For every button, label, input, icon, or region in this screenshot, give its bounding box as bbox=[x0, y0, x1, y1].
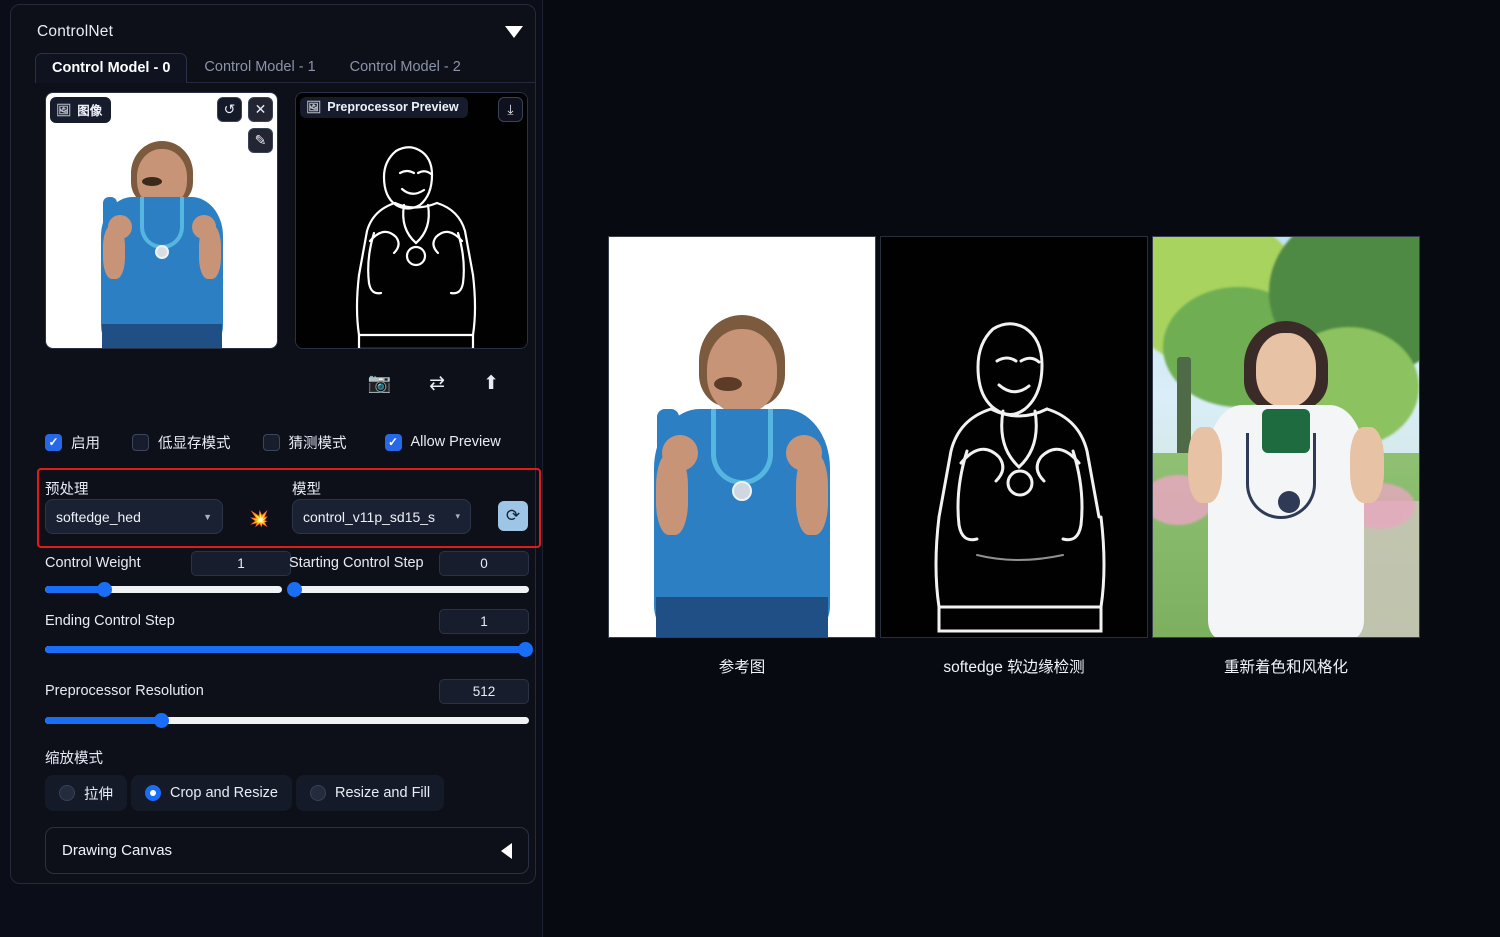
result-stylized-image[interactable] bbox=[1152, 236, 1420, 638]
checkbox-low-vram-label: 低显存模式 bbox=[158, 435, 231, 452]
panel-header: ControlNet bbox=[37, 17, 537, 47]
tab-control-model-1[interactable]: Control Model - 1 bbox=[187, 52, 332, 82]
input-image-panel[interactable]: 🖼 图像 ↺ ✕ ✎ bbox=[45, 92, 278, 349]
image-action-row: 📷 ⇄ ⬆ bbox=[45, 367, 535, 399]
model-label: 模型 bbox=[292, 482, 321, 498]
result-softedge: softedge 软边缘检测 bbox=[880, 236, 1148, 677]
page-title: ControlNet bbox=[37, 23, 114, 40]
image-panels-row: 🖼 图像 ↺ ✕ ✎ 🖼 Preprocessor Preview ⤓ bbox=[45, 92, 535, 352]
resize-mode-option-resize-and-fill[interactable]: Resize and Fill bbox=[296, 775, 445, 811]
preprocessor-resolution-value[interactable]: 512 bbox=[439, 679, 529, 704]
radio-crop-and-resize[interactable] bbox=[145, 785, 161, 801]
checkbox-low-vram-box[interactable] bbox=[132, 433, 149, 451]
preprocessor-value: softedge_hed bbox=[56, 508, 141, 525]
swap-arrows-icon[interactable]: ⇄ bbox=[429, 374, 445, 393]
slider-ending-control-step-row: Ending Control Step 1 bbox=[45, 603, 535, 671]
upload-arrow-icon[interactable]: ⬆ bbox=[483, 374, 499, 393]
preprocessor-preview-panel[interactable]: 🖼 Preprocessor Preview ⤓ bbox=[295, 92, 528, 349]
result-reference-caption: 参考图 bbox=[718, 659, 766, 676]
input-image-canvas bbox=[46, 93, 277, 348]
sliders-area: Control Weight 1 Starting Control Step 0… bbox=[45, 551, 535, 731]
preprocessor-resolution-slider[interactable] bbox=[45, 713, 529, 728]
slider-preprocessor-resolution-row: Preprocessor Resolution 512 bbox=[45, 671, 535, 731]
resize-mode-fill-label: Resize and Fill bbox=[335, 785, 431, 801]
model-value: control_v11p_sd15_s bbox=[303, 508, 436, 525]
refresh-icon[interactable]: ⟳ bbox=[498, 501, 528, 531]
resize-mode-label: 缩放模式 bbox=[45, 751, 103, 767]
preprocessor-dropdown[interactable]: softedge_hed ▼ bbox=[45, 499, 223, 534]
starting-control-step-slider[interactable] bbox=[287, 582, 529, 597]
checkbox-allow-preview-box[interactable] bbox=[384, 433, 402, 451]
resize-mode-crop-label: Crop and Resize bbox=[170, 785, 278, 801]
result-softedge-image[interactable] bbox=[880, 236, 1148, 638]
resize-mode-option-stretch[interactable]: 拉伸 bbox=[45, 775, 127, 811]
control-weight-value[interactable]: 1 bbox=[191, 551, 291, 576]
download-icon[interactable]: ⤓ bbox=[498, 97, 523, 122]
radio-stretch[interactable] bbox=[59, 785, 75, 801]
preprocessor-resolution-label: Preprocessor Resolution bbox=[45, 683, 204, 699]
input-image-tag: 🖼 图像 bbox=[50, 97, 112, 123]
options-checkbox-row: 启用 低显存模式 猜测模式 Allow Preview bbox=[45, 429, 535, 455]
tab-control-model-0[interactable]: Control Model - 0 bbox=[35, 53, 188, 83]
tab-control-model-2[interactable]: Control Model - 2 bbox=[333, 52, 478, 82]
checkbox-enable-box[interactable] bbox=[45, 433, 62, 451]
controlnet-left-panel: ControlNet Control Model - 0 Control Mod… bbox=[0, 0, 543, 937]
resize-mode-option-crop-and-resize[interactable]: Crop and Resize bbox=[131, 775, 292, 811]
image-icon: 🖼 bbox=[306, 100, 322, 114]
checkbox-allow-preview[interactable]: Allow Preview bbox=[384, 433, 501, 451]
checkbox-guess-mode-box[interactable] bbox=[262, 433, 280, 451]
resize-mode-options: 拉伸 Crop and Resize Resize and Fill bbox=[45, 775, 445, 811]
preprocessor-label: 预处理 bbox=[45, 482, 89, 498]
result-reference: 参考图 bbox=[608, 236, 876, 677]
edit-pen-icon[interactable]: ✎ bbox=[248, 128, 273, 153]
image-icon: 🖼 bbox=[56, 102, 72, 117]
close-icon[interactable]: ✕ bbox=[248, 97, 273, 122]
controlnet-panel-card: ControlNet Control Model - 0 Control Mod… bbox=[10, 4, 541, 884]
ending-control-step-value[interactable]: 1 bbox=[439, 609, 529, 634]
triangle-down-icon[interactable] bbox=[505, 26, 523, 38]
camera-icon[interactable]: 📷 bbox=[367, 374, 391, 393]
result-softedge-caption: softedge 软边缘检测 bbox=[943, 659, 1085, 676]
starting-control-step-value[interactable]: 0 bbox=[439, 551, 529, 576]
radio-resize-and-fill[interactable] bbox=[310, 785, 326, 801]
checkbox-allow-preview-label: Allow Preview bbox=[410, 434, 501, 450]
chevron-down-icon[interactable]: ▼ bbox=[203, 512, 212, 522]
checkbox-guess-mode-label: 猜测模式 bbox=[288, 435, 347, 452]
results-area: 参考图 softedge 软边缘检测 重新着色和风格化 bbox=[543, 0, 1500, 937]
preprocessor-preview-tag: 🖼 Preprocessor Preview bbox=[300, 97, 468, 118]
control-model-tabs: Control Model - 0 Control Model - 1 Cont… bbox=[35, 50, 535, 83]
checkbox-enable-label: 启用 bbox=[71, 435, 100, 452]
explosion-icon[interactable]: 💥 bbox=[249, 509, 269, 529]
result-stylized-caption: 重新着色和风格化 bbox=[1223, 659, 1348, 676]
drawing-canvas-title: Drawing Canvas bbox=[62, 842, 173, 859]
preprocessor-model-row: 预处理 模型 softedge_hed ▼ 💥 control_v11p_sd1… bbox=[45, 475, 535, 545]
results-row: 参考图 softedge 软边缘检测 重新着色和风格化 bbox=[608, 236, 1420, 677]
resize-mode-stretch-label: 拉伸 bbox=[84, 786, 113, 803]
ending-control-step-slider[interactable] bbox=[45, 642, 533, 657]
control-weight-label: Control Weight bbox=[45, 555, 141, 571]
preprocessor-preview-canvas bbox=[296, 93, 527, 348]
control-weight-slider[interactable] bbox=[45, 582, 282, 597]
undo-icon[interactable]: ↺ bbox=[217, 97, 242, 122]
result-stylized: 重新着色和风格化 bbox=[1152, 236, 1420, 677]
checkbox-guess-mode[interactable]: 猜测模式 bbox=[262, 432, 347, 453]
ending-control-step-label: Ending Control Step bbox=[45, 613, 175, 629]
starting-control-step-label: Starting Control Step bbox=[289, 555, 424, 571]
chevron-down-icon[interactable]: ▾ bbox=[455, 511, 460, 522]
drawing-canvas-accordion[interactable]: Drawing Canvas bbox=[45, 827, 529, 874]
preprocessor-preview-tag-label: Preprocessor Preview bbox=[327, 100, 459, 114]
input-image-tag-label: 图像 bbox=[77, 104, 103, 118]
checkbox-enable[interactable]: 启用 bbox=[45, 432, 100, 453]
result-reference-image[interactable] bbox=[608, 236, 876, 638]
preprocessor-preview-buttons: ⤓ bbox=[498, 97, 523, 122]
slider-control-weight-row: Control Weight 1 Starting Control Step 0 bbox=[45, 551, 535, 603]
input-image-buttons: ↺ ✕ bbox=[217, 97, 273, 122]
model-dropdown[interactable]: control_v11p_sd15_s ▾ bbox=[292, 499, 471, 534]
checkbox-low-vram[interactable]: 低显存模式 bbox=[132, 432, 231, 453]
triangle-left-icon[interactable] bbox=[501, 842, 512, 859]
